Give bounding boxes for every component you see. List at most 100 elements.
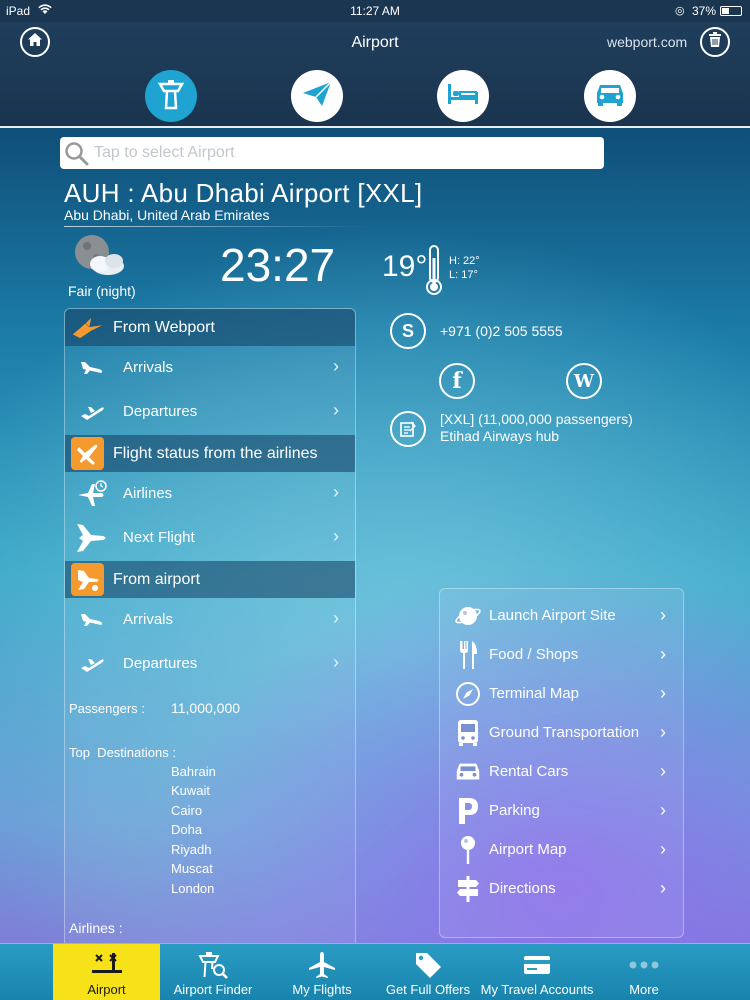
status-bar: iPad 11:27 AM ◎ 37%: [0, 0, 750, 22]
rental-cars-row[interactable]: Rental Cars ›: [440, 752, 683, 791]
local-time: 23:27: [220, 239, 336, 291]
chevron-right-icon: ›: [333, 400, 339, 420]
rotation-lock-icon: ◎: [675, 5, 685, 17]
weather-condition: Fair (night): [68, 283, 136, 299]
facebook-icon[interactable]: f: [439, 363, 475, 399]
destination-item: Cairo: [171, 803, 203, 818]
airport-services-panel: Launch Airport Site › Food / Shops › Ter…: [439, 588, 684, 938]
food-shops-row[interactable]: Food / Shops ›: [440, 635, 683, 674]
ground-transportation-row[interactable]: Ground Transportation ›: [440, 713, 683, 752]
mode-flights-button[interactable]: [291, 70, 343, 122]
row-label: Arrivals: [123, 611, 174, 628]
chevron-right-icon: ›: [333, 608, 339, 628]
terminal-map-row[interactable]: Terminal Map ›: [440, 674, 683, 713]
chevron-right-icon: ›: [333, 482, 339, 502]
mode-airport-button[interactable]: [145, 70, 197, 122]
section-label: From airport: [113, 570, 201, 588]
chevron-right-icon: ›: [660, 644, 666, 664]
temp-high-low: H: 22° L: 17°: [449, 254, 480, 282]
tab-get-full-offers[interactable]: Get Full Offers: [380, 944, 476, 1000]
arrival-plane-icon: [75, 354, 109, 382]
chevron-right-icon: ›: [660, 878, 666, 898]
search-icon: [64, 141, 90, 172]
moon-cloud-icon: [72, 232, 128, 285]
tab-label: Airport: [87, 982, 126, 997]
mode-hotels-button[interactable]: [437, 70, 489, 122]
temp-low: L: 17°: [449, 269, 478, 281]
row-label: Departures: [123, 403, 198, 420]
runway-icon: [53, 951, 160, 979]
webport-link[interactable]: webport.com: [607, 34, 687, 50]
airlines-row[interactable]: Airlines ›: [65, 472, 355, 516]
credit-card-icon: [478, 951, 596, 979]
destination-item: Bahrain: [171, 764, 216, 779]
temperature: 19°: [382, 250, 428, 283]
row-label: Rental Cars: [489, 763, 569, 780]
destination-item: Doha: [171, 822, 203, 837]
airport-departures-row[interactable]: Departures ›: [65, 642, 355, 686]
airport-title: AUH : Abu Dhabi Airport [XXL]: [64, 178, 423, 208]
destination-item: Muscat: [171, 861, 213, 876]
destination-item: London: [171, 881, 215, 896]
tab-label: Airport Finder: [173, 982, 253, 997]
parking-row[interactable]: Parking ›: [440, 791, 683, 830]
airport-map-row[interactable]: Airport Map ›: [440, 830, 683, 869]
map-pin-icon: [454, 836, 482, 864]
airport-plane-icon: [71, 563, 104, 596]
tower-icon: [156, 78, 186, 115]
section-label: From Webport: [113, 318, 215, 336]
chevron-right-icon: ›: [660, 839, 666, 859]
tag-icon: [380, 951, 476, 979]
search-input[interactable]: [94, 141, 594, 165]
departure-plane-icon: [75, 650, 109, 678]
next-flight-row[interactable]: Next Flight ›: [65, 516, 355, 560]
chevron-right-icon: ›: [660, 722, 666, 742]
flight-info-panel: From Webport Arrivals › Departures › Fli…: [64, 308, 356, 948]
webport-departures-row[interactable]: Departures ›: [65, 390, 355, 434]
directions-row[interactable]: Directions ›: [440, 869, 683, 908]
airport-search[interactable]: [60, 137, 604, 169]
destination-item: Kuwait: [171, 783, 211, 798]
trash-icon: [708, 31, 722, 53]
delete-button[interactable]: [700, 27, 730, 57]
chevron-right-icon: ›: [660, 761, 666, 781]
section-flight-status: Flight status from the airlines: [65, 435, 355, 472]
row-label: Arrivals: [123, 359, 174, 376]
notes-icon[interactable]: [390, 411, 426, 447]
bus-icon: [454, 719, 482, 747]
chevron-right-icon: ›: [660, 683, 666, 703]
tab-my-flights[interactable]: My Flights: [272, 944, 372, 1000]
airport-arrivals-row[interactable]: Arrivals ›: [65, 598, 355, 642]
launch-airport-site-row[interactable]: Launch Airport Site ›: [440, 596, 683, 635]
chevron-right-icon: ›: [660, 605, 666, 625]
compass-icon: [454, 680, 482, 708]
tab-airport[interactable]: Airport: [53, 944, 160, 1000]
arrival-plane-icon: [75, 606, 109, 634]
row-label: Food / Shops: [489, 646, 579, 663]
row-label: Airport Map: [489, 841, 567, 858]
temp-high: H: 22°: [449, 255, 480, 267]
plane-icon: [302, 80, 332, 112]
tab-my-travel-accounts[interactable]: My Travel Accounts: [478, 944, 596, 1000]
tab-label: More: [629, 982, 659, 997]
title-underline: [64, 226, 370, 227]
phone-number[interactable]: +971 (0)2 505 5555: [440, 323, 563, 339]
mode-cars-button[interactable]: [584, 70, 636, 122]
thermometer-icon: [424, 244, 444, 301]
destination-item: Riyadh: [171, 842, 212, 857]
airport-info-line1: [XXL] (11,000,000 passengers): [440, 411, 633, 427]
tab-more[interactable]: More: [604, 944, 684, 1000]
airport-info-line2: Etihad Airways hub: [440, 428, 560, 444]
tab-bar: Airport Airport Finder My Flights Get Fu…: [0, 943, 750, 1000]
row-label: Airlines: [123, 485, 173, 502]
webport-arrivals-row[interactable]: Arrivals ›: [65, 346, 355, 390]
more-dots-icon: [604, 951, 684, 979]
chevron-right-icon: ›: [333, 526, 339, 546]
row-label: Launch Airport Site: [489, 607, 616, 624]
wikipedia-icon[interactable]: W: [566, 363, 602, 399]
tab-airport-finder[interactable]: Airport Finder: [162, 944, 264, 1000]
signpost-icon: [454, 875, 482, 903]
row-label: Directions: [489, 880, 556, 897]
skype-icon[interactable]: S: [390, 313, 426, 349]
car-icon: [594, 81, 626, 112]
